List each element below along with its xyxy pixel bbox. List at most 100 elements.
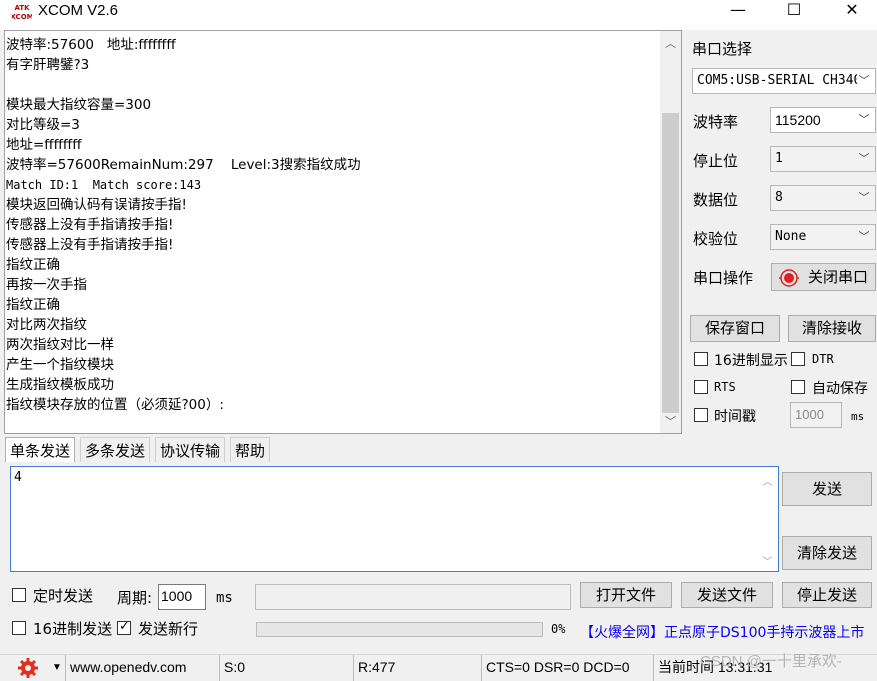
title-bar: ATK XCOM XCOM V2.6 — ☐ ✕ — [0, 0, 877, 30]
period-value: 1000 — [161, 588, 193, 604]
close-button[interactable]: ✕ — [829, 0, 875, 22]
dtr-checkbox[interactable] — [791, 352, 805, 366]
auto-save-label: 自动保存 — [812, 381, 868, 397]
clear-receive-button[interactable]: 清除接收 — [788, 315, 876, 342]
chevron-down-icon: ﹀ — [857, 186, 871, 210]
save-window-button[interactable]: 保存窗口 — [690, 315, 780, 342]
baud-label: 波特率 — [693, 113, 739, 131]
receive-line: 指纹正确 — [6, 257, 60, 273]
timed-send-label: 定时发送 — [33, 587, 94, 605]
minimize-button[interactable]: — — [715, 0, 761, 22]
port-select[interactable]: COM5:USB-SERIAL CH340 ﹀ — [692, 68, 876, 94]
chevron-down-icon: ﹀ — [857, 225, 871, 249]
tab-single-send[interactable]: 单条发送 — [5, 437, 76, 462]
received-count: R:477 — [354, 655, 482, 681]
send-progress-bar — [256, 622, 543, 637]
rts-label: RTS — [714, 380, 736, 394]
receive-textarea[interactable]: 波特率:57600 地址:ffffffff 有字肝聘鐾?3 模块最大指纹容量=300… — [4, 30, 682, 434]
receive-line: 指纹正确 — [6, 297, 60, 313]
send-file-button[interactable]: 发送文件 — [681, 582, 773, 608]
receive-line: 模块返回确认码有误请按手指! — [6, 197, 187, 213]
parity-label: 校验位 — [693, 230, 739, 248]
receive-line: 对比等级=3 — [6, 117, 80, 133]
port-operation-label: 串口操作 — [693, 269, 754, 287]
svg-text:XCOM: XCOM — [12, 13, 32, 21]
settings-menu[interactable]: ▼ — [0, 655, 66, 681]
receive-line: Match ID:1 Match score:143 — [6, 178, 202, 192]
xcom-window: ATK XCOM XCOM V2.6 — ☐ ✕ 波特率:57600 地址:ff… — [0, 0, 877, 681]
period-unit: ms — [216, 590, 233, 606]
svg-text:ATK: ATK — [14, 4, 30, 12]
clear-send-button[interactable]: 清除发送 — [782, 536, 872, 570]
receive-line: 再按一次手指 — [6, 277, 87, 293]
rts-checkbox[interactable] — [694, 380, 708, 394]
stopbits-label: 停止位 — [693, 152, 739, 170]
dtr-label: DTR — [812, 352, 834, 366]
tab-protocol[interactable]: 协议传输 — [155, 437, 226, 462]
scroll-thumb[interactable] — [662, 113, 679, 413]
tab-multi-send[interactable]: 多条发送 — [80, 437, 151, 462]
tab-help[interactable]: 帮助 — [230, 437, 271, 462]
scroll-down-icon[interactable]: ﹀ — [759, 553, 776, 568]
period-label: 周期: — [117, 589, 153, 607]
hex-send-checkbox[interactable] — [12, 621, 26, 635]
progress-percent: 0% — [551, 622, 566, 636]
receive-line: 模块最大指纹容量=300 — [6, 97, 152, 113]
auto-save-checkbox[interactable] — [791, 380, 805, 394]
hex-display-checkbox[interactable] — [694, 352, 708, 366]
baud-select[interactable]: 115200 ﹀ — [770, 107, 876, 133]
databits-select-value: 8 — [775, 190, 783, 205]
parity-select-value: None — [775, 229, 807, 244]
line-status: CTS=0 DSR=0 DCD=0 — [482, 655, 654, 681]
chevron-down-icon: ﹀ — [857, 147, 871, 171]
gear-icon — [18, 658, 38, 678]
file-path-input[interactable] — [255, 584, 571, 610]
send-scrollbar[interactable]: ︿ ﹀ — [759, 469, 776, 569]
send-newline-label: 发送新行 — [138, 620, 199, 638]
port-select-value: COM5:USB-SERIAL CH340 — [697, 73, 862, 88]
receive-line: 指纹模块存放的位置（必须延?00）: — [6, 397, 224, 413]
receive-scrollbar[interactable]: ︿ ﹀ — [660, 31, 681, 433]
send-textarea[interactable]: 4 ︿ ﹀ — [10, 466, 779, 572]
timestamp-interval-input[interactable]: 1000 — [790, 402, 842, 428]
period-input[interactable]: 1000 — [158, 584, 206, 610]
watermark: CSDN @一十里承欢- — [700, 653, 842, 670]
receive-line: 两次指纹对比一样 — [6, 337, 114, 353]
receive-line: 对比两次指纹 — [6, 317, 87, 333]
receive-line: 传感器上没有手指请按手指! — [6, 237, 174, 253]
databits-select[interactable]: 8 ﹀ — [770, 185, 876, 211]
open-file-button[interactable]: 打开文件 — [580, 582, 672, 608]
scroll-up-icon[interactable]: ︿ — [660, 35, 681, 53]
port-status-icon — [779, 269, 799, 287]
receive-line: 波特率=57600RemainNum:297 Level:3搜索指纹成功 — [6, 157, 361, 173]
timestamp-unit: ms — [851, 410, 865, 423]
receive-line — [6, 75, 661, 95]
stopbits-select[interactable]: 1 ﹀ — [770, 146, 876, 172]
stop-send-button[interactable]: 停止发送 — [782, 582, 872, 608]
parity-select[interactable]: None ﹀ — [770, 224, 876, 250]
stopbits-select-value: 1 — [775, 151, 783, 166]
scroll-down-icon[interactable]: ﹀ — [660, 413, 681, 431]
close-port-button[interactable]: 关闭串口 — [771, 263, 876, 291]
scroll-up-icon[interactable]: ︿ — [759, 473, 776, 488]
send-newline-checkbox[interactable] — [117, 619, 131, 635]
send-text: 4 — [14, 470, 22, 485]
timestamp-label: 时间戳 — [714, 409, 756, 425]
chevron-down-icon: ﹀ — [857, 69, 871, 93]
timed-send-checkbox[interactable] — [12, 588, 26, 602]
close-port-label: 关闭串口 — [808, 268, 869, 286]
databits-label: 数据位 — [693, 191, 739, 209]
timestamp-checkbox[interactable] — [694, 408, 708, 422]
xcom-logo-icon: ATK XCOM — [12, 2, 32, 21]
receive-line: 产生一个指纹模块 — [6, 357, 114, 373]
hex-send-label: 16进制发送 — [33, 620, 113, 638]
receive-line: 生成指纹模板成功 — [6, 377, 114, 393]
maximize-button[interactable]: ☐ — [771, 0, 817, 22]
ad-link[interactable]: 【火爆全网】正点原子DS100手持示波器上市 — [580, 622, 864, 642]
send-button[interactable]: 发送 — [782, 472, 872, 506]
dropdown-arrow-icon: ▼ — [52, 662, 62, 673]
receive-line: 传感器上没有手指请按手指! — [6, 217, 174, 233]
website-link[interactable]: www.openedv.com — [66, 655, 220, 681]
baud-select-value: 115200 — [775, 112, 821, 128]
receive-line: 地址=ffffffff — [6, 137, 82, 153]
